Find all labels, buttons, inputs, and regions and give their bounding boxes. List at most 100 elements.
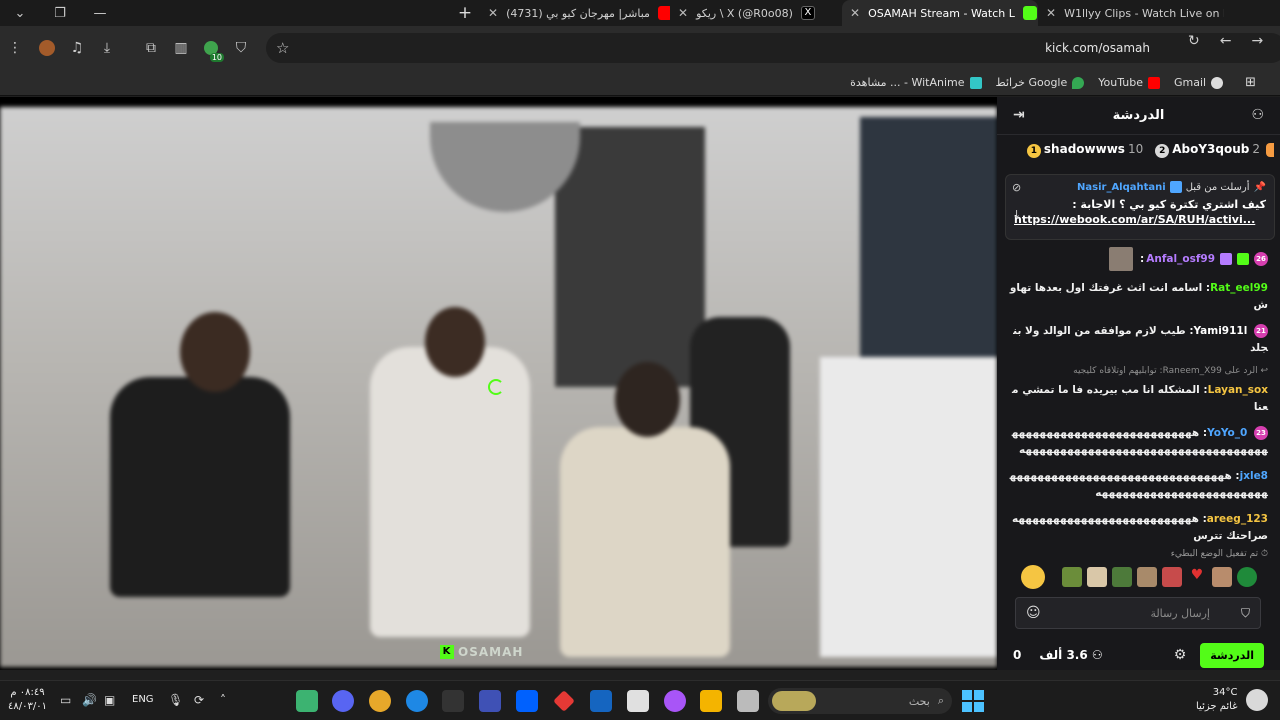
heart-emote[interactable]: ♥ [1187, 567, 1207, 587]
dropbox-icon[interactable] [516, 690, 538, 712]
pinned-link[interactable]: https://webook.com/ar/SA/RUH/activi... [1014, 213, 1266, 226]
emote[interactable] [1137, 567, 1157, 587]
app-icon[interactable] [479, 690, 501, 712]
gifter-item[interactable]: 1 shadowwws 10 [1026, 142, 1143, 158]
start-menu-icon[interactable] [962, 690, 984, 712]
media-control-icon[interactable]: ♫ [62, 33, 92, 63]
task-view-icon[interactable] [737, 690, 759, 712]
bookmark-youtube[interactable]: YouTube [1098, 76, 1160, 89]
gear-icon[interactable]: ⚙ [1174, 647, 1187, 663]
taskbar-search[interactable]: بحث ⌕ [768, 688, 952, 714]
microphone-icon[interactable]: 🎙 [168, 693, 183, 707]
tab-osamah[interactable]: ✕ OSAMAH Stream - Watch L [842, 0, 1038, 26]
sync-icon[interactable]: ⟳ [194, 693, 204, 707]
shield-icon[interactable]: ⛉ [226, 33, 256, 63]
expand-icon[interactable]: ↓ [1012, 208, 1021, 221]
edge-icon[interactable] [406, 690, 428, 712]
weather-widget[interactable]: 34°C غائم جزئيا [1196, 686, 1237, 714]
x-icon: X [800, 6, 815, 20]
extension-icon[interactable]: ▥ [166, 33, 196, 63]
reload-icon[interactable]: ↻ [1188, 33, 1200, 49]
new-tab-button[interactable]: + [450, 0, 480, 26]
tab-w1llyy[interactable]: ✕ W1llyy Clips - Watch Live on Ki [1038, 0, 1224, 26]
back-icon[interactable]: → [1251, 33, 1263, 49]
battery-icon[interactable]: ▭ [60, 693, 71, 707]
chat-users-icon[interactable]: ⚇ [1251, 107, 1264, 123]
chevron-up-icon[interactable]: ˄ [220, 693, 226, 707]
pinned-user[interactable]: Nasir_Alqahtani [1077, 182, 1166, 193]
network-icon[interactable]: ▣ [104, 693, 115, 707]
chat-username[interactable]: Yami911l [1194, 325, 1248, 337]
copilot-icon[interactable] [664, 690, 686, 712]
profile-avatar[interactable] [32, 33, 62, 63]
close-icon[interactable]: ✕ [850, 6, 860, 20]
chat-username[interactable]: Anfal_osf99 [1146, 251, 1215, 268]
gifter-item[interactable]: 2 AboY3qoub 2 [1155, 142, 1260, 158]
chat-username[interactable]: Layan_sox [1208, 384, 1268, 396]
url-text[interactable]: kick.com/osamah [1045, 41, 1150, 55]
bookmark-star-icon[interactable]: ☆ [276, 39, 289, 57]
tab-search-icon[interactable]: ⌄ [0, 0, 40, 26]
system-clock[interactable]: ٠٨:٤٩ م ٤٨/٠٣/٠١ [8, 686, 47, 714]
emote[interactable] [1112, 567, 1132, 587]
close-icon[interactable]: ✕ [678, 6, 688, 20]
bookmark-maps[interactable]: خرائط Google [996, 76, 1085, 89]
store-icon[interactable] [627, 690, 649, 712]
chat-colon: : [1140, 252, 1145, 265]
bookmark-witanime[interactable]: مشاهدة ... - WitAnime [850, 76, 982, 89]
emote[interactable] [1087, 567, 1107, 587]
discord-icon[interactable] [332, 690, 354, 712]
volume-icon[interactable]: 🔊 [82, 693, 97, 707]
chat-username[interactable]: areeg_123 [1207, 513, 1268, 525]
chat-stats: 0 ⚇ 3.6 ألف [1013, 648, 1103, 662]
bookmark-label: Gmail [1174, 76, 1207, 89]
chat-message: ↩ الرد على Raneem_X99: توابليهم اوتلاقاه… [1009, 363, 1268, 416]
chat-panel: ⚇ الدردشة ⇥ 1 shadowwws 10 2 AboY3qoub 2 📌 أ… [997, 97, 1280, 670]
chrome-icon[interactable] [369, 690, 391, 712]
forward-icon[interactable]: ← [1220, 33, 1232, 49]
chat-input[interactable]: ⛉ إرسال رسالة ☺ [1015, 597, 1261, 629]
mail-icon[interactable] [590, 690, 612, 712]
app-icon[interactable] [296, 690, 318, 712]
minimize-icon[interactable]: — [80, 0, 120, 26]
chat-username[interactable]: Rat_eel99 [1210, 282, 1268, 294]
download-icon[interactable]: ⤓ [92, 33, 122, 63]
file-explorer-icon[interactable] [700, 690, 722, 712]
menu-icon[interactable]: ⋮ [0, 33, 30, 63]
scene-wall [555, 127, 705, 387]
language-indicator[interactable]: ENG [132, 694, 154, 705]
kick-icon [1022, 6, 1037, 20]
reply-preview[interactable]: ↩ الرد على Raneem_X99: توابليهم اوتلاقاه… [1009, 363, 1268, 380]
shield-icon[interactable]: ⛉ [1241, 606, 1250, 621]
collapse-chat-icon[interactable]: ⇥ [1013, 107, 1025, 123]
close-icon[interactable]: ✕ [488, 6, 498, 20]
pinned-by-label: أرسلت من قبل [1185, 181, 1250, 193]
restore-icon[interactable]: ❐ [40, 0, 80, 26]
emoji-icon[interactable]: ☺ [1026, 605, 1041, 621]
emote[interactable] [1212, 567, 1232, 587]
gifter-name: shadowwws [1043, 142, 1125, 156]
pinned-message[interactable]: 📌 أرسلت من قبل Nasir_Alqahtani كيف اشتري… [1005, 174, 1275, 240]
chat-username[interactable]: 0_YoYo [1207, 427, 1247, 439]
bookmark-gmail[interactable]: Gmail [1174, 76, 1224, 89]
emote[interactable] [1162, 567, 1182, 587]
tab-x[interactable]: ✕ ريكو \ X (@R0o08) X [670, 0, 842, 26]
extensions-icon[interactable]: ⧉ [136, 33, 166, 63]
address-bar[interactable]: ☆ kick.com/osamah [266, 33, 1280, 63]
tab-youtube[interactable]: ✕ مباشر| مهرجان كيو بي (4731) [480, 0, 670, 26]
clock-icon: ⏱ [1258, 549, 1268, 559]
extension-badge-icon[interactable]: 10 [196, 33, 226, 63]
emote[interactable] [1237, 567, 1257, 587]
close-icon[interactable]: ✕ [1046, 6, 1056, 20]
video-player[interactable]: K OSAMAH [0, 97, 997, 670]
send-chat-button[interactable]: الدردشة [1200, 642, 1264, 668]
app-icon[interactable] [553, 690, 575, 712]
emote-picker-icon[interactable] [1021, 565, 1045, 589]
sub-badge-icon: 26 [1254, 252, 1268, 266]
chat-colon: : [1198, 513, 1207, 525]
epic-games-icon[interactable] [442, 690, 464, 712]
apps-grid-icon[interactable]: ⊞ [1245, 75, 1256, 90]
emote[interactable] [1062, 567, 1082, 587]
chat-username[interactable]: jxle8 [1240, 470, 1268, 482]
hide-icon[interactable]: ⊘ [1012, 181, 1021, 194]
